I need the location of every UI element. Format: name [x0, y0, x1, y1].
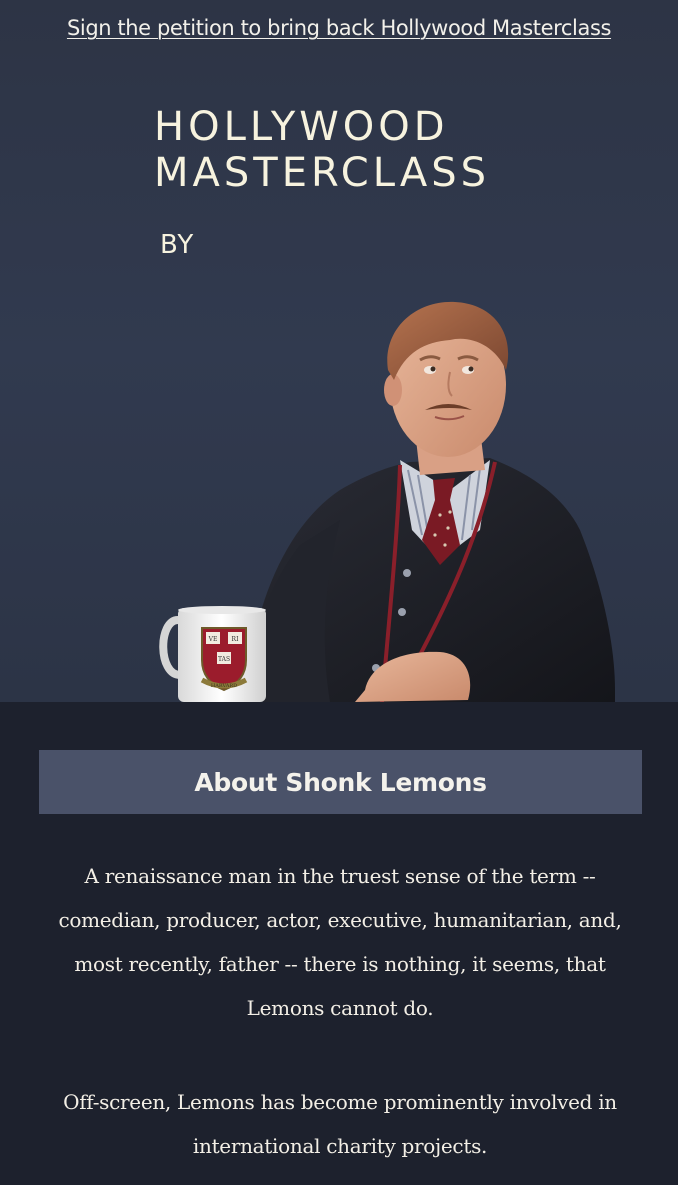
svg-text:RI: RI: [232, 636, 240, 643]
harvard-mug: VE RI TAS HARVARD: [159, 606, 266, 702]
host-portrait-image: VE RI TAS HARVARD: [159, 301, 615, 702]
title-line-2: MASTERCLASS: [154, 150, 491, 196]
by-label: BY: [160, 230, 195, 260]
about-section: About Shonk Lemons A renaissance man in …: [0, 702, 678, 1185]
about-heading: About Shonk Lemons: [39, 750, 642, 814]
svg-text:VE: VE: [208, 636, 218, 643]
page-title: HOLLYWOOD MASTERCLASS: [154, 104, 554, 196]
bio-paragraph-2: Off-screen, Lemons has become prominentl…: [63, 1090, 617, 1158]
petition-link[interactable]: Sign the petition to bring back Hollywoo…: [0, 16, 678, 40]
hero-section: Sign the petition to bring back Hollywoo…: [0, 0, 678, 702]
title-line-1: HOLLYWOOD: [154, 104, 449, 150]
svg-text:HARVARD: HARVARD: [211, 683, 237, 689]
svg-text:TAS: TAS: [218, 656, 230, 663]
bio-paragraph-1: A renaissance man in the truest sense of…: [58, 864, 622, 1020]
